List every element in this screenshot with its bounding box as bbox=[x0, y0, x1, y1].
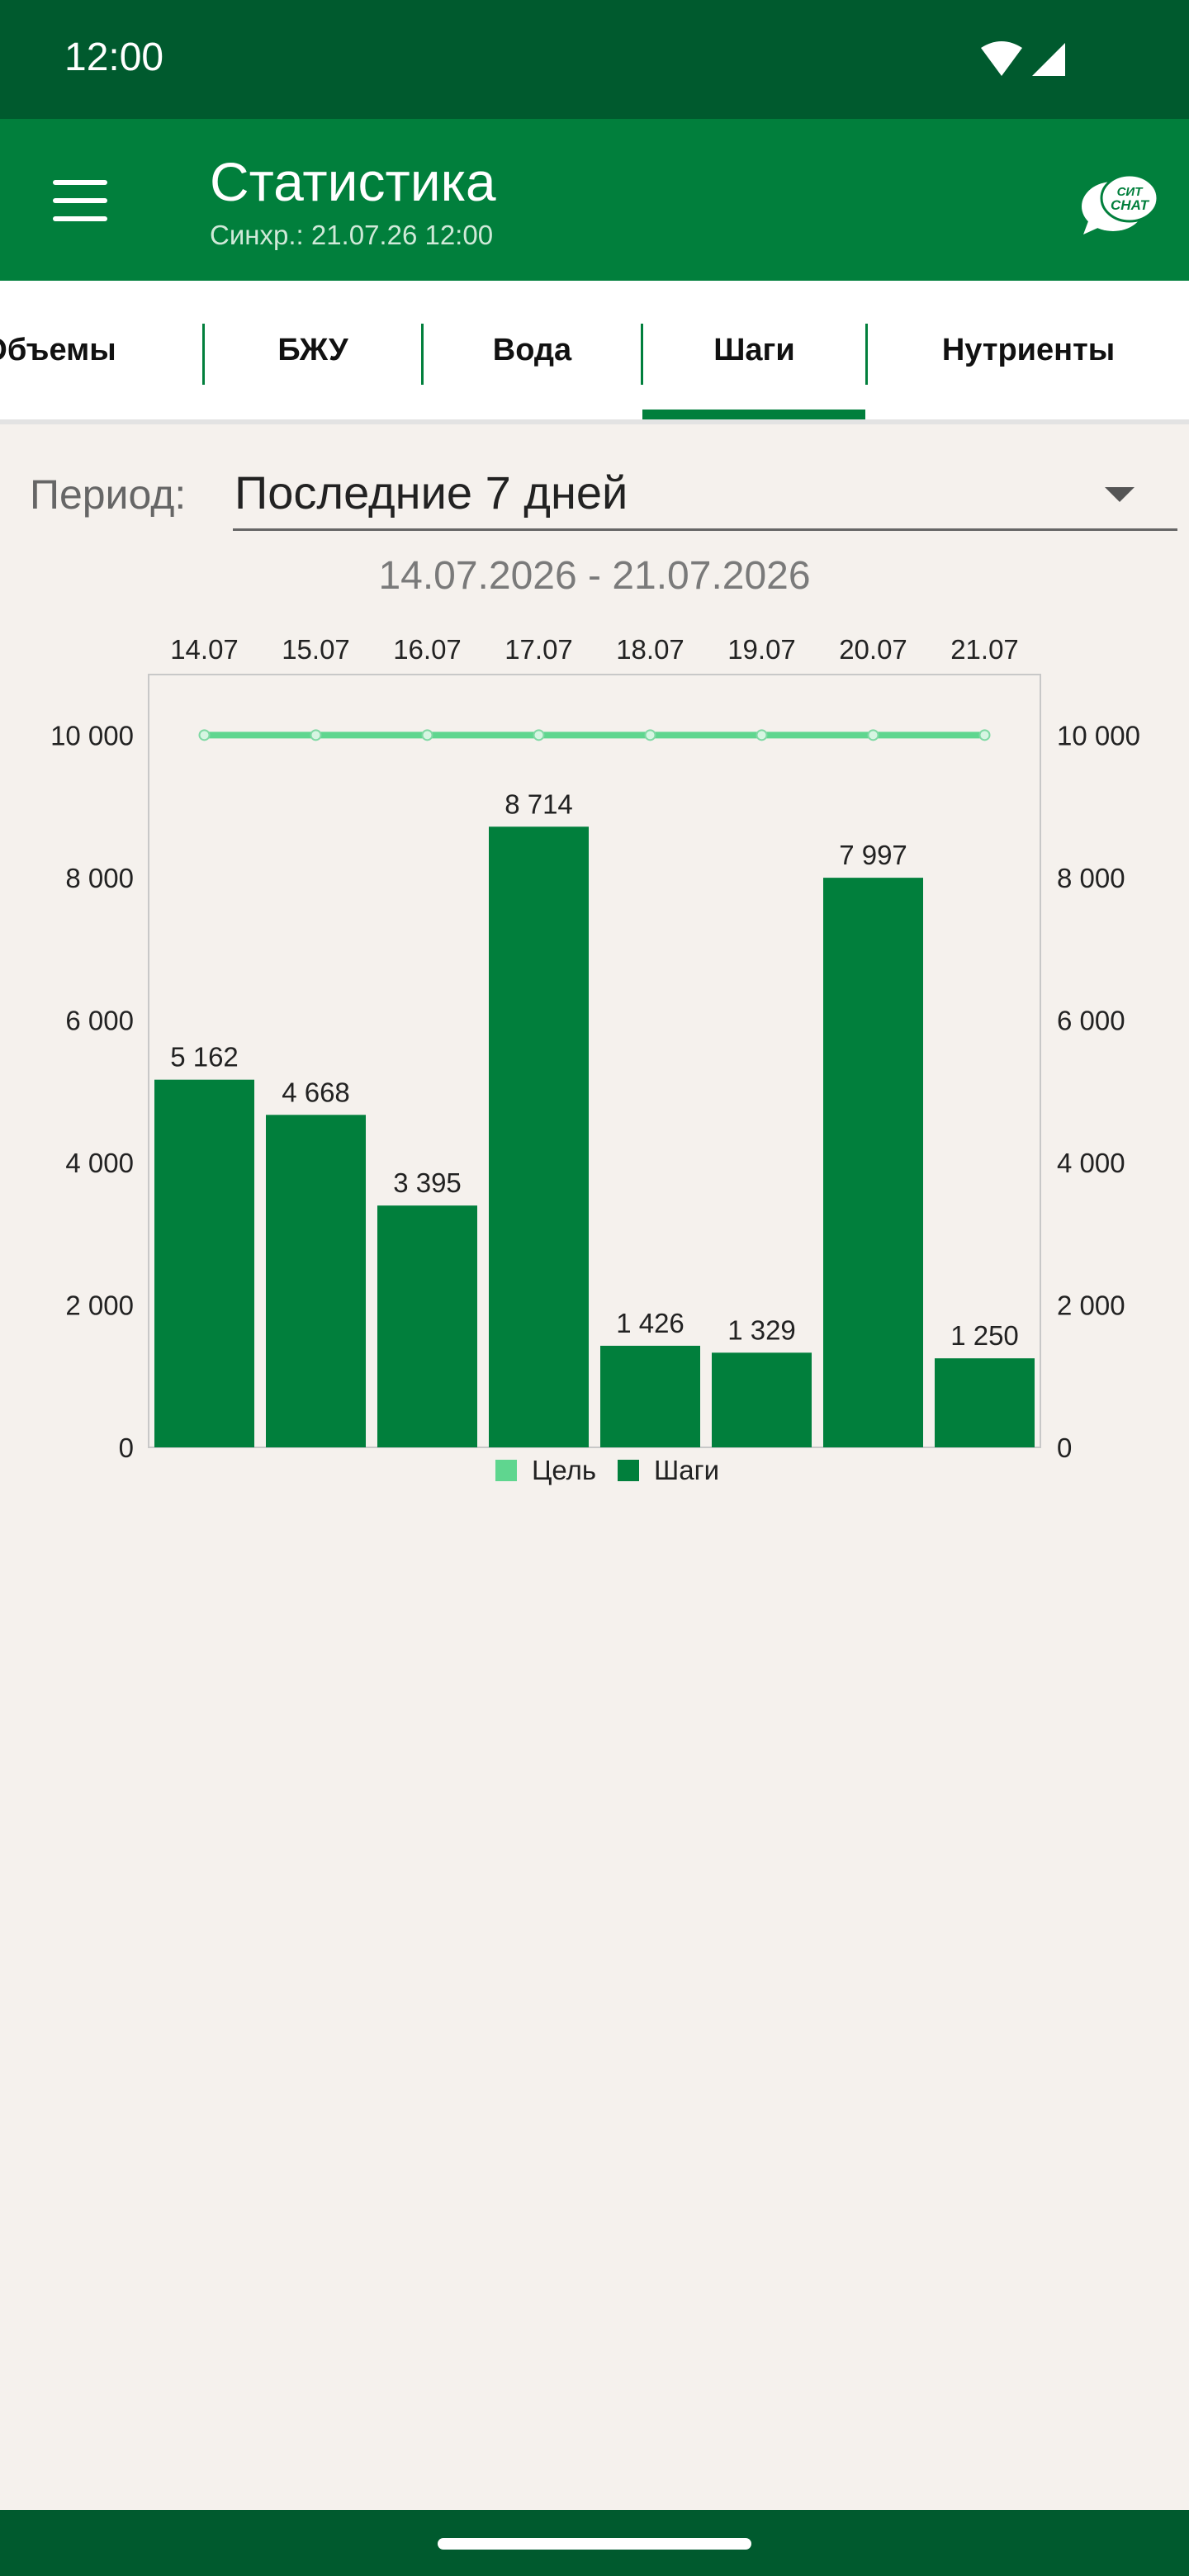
goal-point bbox=[644, 729, 656, 741]
goal-point bbox=[421, 729, 433, 741]
chat-logo-line2: CHAT bbox=[1111, 197, 1150, 213]
bar bbox=[154, 1079, 254, 1447]
x-tick-label: 21.07 bbox=[950, 634, 1019, 665]
y-tick-label-right: 4 000 bbox=[1057, 1148, 1125, 1178]
bar bbox=[823, 878, 923, 1447]
bar-value-label: 1 250 bbox=[950, 1320, 1019, 1351]
active-tab-indicator bbox=[642, 410, 865, 419]
y-tick-label-right: 8 000 bbox=[1057, 863, 1125, 893]
x-tick-label: 16.07 bbox=[393, 634, 462, 665]
x-tick-label: 15.07 bbox=[282, 634, 350, 665]
tab-bju[interactable]: БЖУ bbox=[205, 281, 421, 419]
bar bbox=[266, 1115, 366, 1447]
x-tick-label: 14.07 bbox=[170, 634, 239, 665]
bar-value-label: 1 329 bbox=[727, 1314, 796, 1345]
chat-icon[interactable]: СИТ CHAT bbox=[1080, 170, 1159, 236]
tab-steps[interactable]: Шаги bbox=[643, 281, 865, 419]
y-tick-label-right: 10 000 bbox=[1057, 720, 1140, 751]
y-tick-label-right: 2 000 bbox=[1057, 1290, 1125, 1320]
menu-icon[interactable] bbox=[53, 180, 107, 221]
bar-value-label: 5 162 bbox=[170, 1042, 239, 1073]
bar-value-label: 1 426 bbox=[616, 1308, 685, 1338]
bar bbox=[712, 1352, 812, 1447]
legend-swatch bbox=[495, 1460, 517, 1481]
tab-water[interactable]: Вода bbox=[424, 281, 641, 419]
tab-volumes[interactable]: Объемы bbox=[0, 281, 182, 419]
steps-chart: 14.07 15.07 16.07 17.07 18.07 19.07 20.07 21.07… bbox=[50, 634, 1140, 1485]
goal-point bbox=[978, 729, 991, 741]
period-value: Последние 7 дней bbox=[234, 466, 628, 519]
y-tick-label-left: 10 000 bbox=[50, 720, 134, 751]
x-tick-label: 20.07 bbox=[839, 634, 907, 665]
y-tick-label-left: 6 000 bbox=[65, 1005, 134, 1035]
goal-point bbox=[198, 729, 211, 741]
status-icons bbox=[979, 40, 1070, 83]
x-tick-label: 19.07 bbox=[727, 634, 796, 665]
x-tick-label: 18.07 bbox=[616, 634, 685, 665]
goal-point bbox=[867, 729, 879, 741]
bar-value-label: 7 997 bbox=[839, 840, 907, 870]
tab-nutrients[interactable]: Нутриенты bbox=[868, 281, 1189, 419]
x-tick-label: 17.07 bbox=[504, 634, 573, 665]
tab-bar: Объемы БЖУ Вода Шаги Нутриенты bbox=[0, 281, 1189, 424]
date-range: 14.07.2026 - 21.07.2026 bbox=[378, 554, 811, 598]
legend-label: Цель bbox=[532, 1455, 596, 1485]
bar-value-label: 3 395 bbox=[393, 1167, 462, 1198]
y-tick-label-left: 4 000 bbox=[65, 1148, 134, 1178]
period-dropdown[interactable]: Последние 7 дней bbox=[233, 459, 1177, 531]
y-tick-label-right: 6 000 bbox=[1057, 1005, 1125, 1035]
legend-swatch bbox=[618, 1460, 639, 1481]
bar bbox=[600, 1345, 700, 1447]
y-tick-label-right: 0 bbox=[1057, 1432, 1072, 1463]
home-handle[interactable] bbox=[438, 2538, 751, 2550]
status-bar: 12:00 bbox=[0, 0, 1189, 119]
bar bbox=[935, 1358, 1035, 1447]
app-bar: Статистика Синхр.: 21.07.26 12:00 СИТ CH… bbox=[0, 119, 1189, 281]
legend-label: Шаги bbox=[654, 1455, 719, 1485]
y-tick-label-left: 2 000 bbox=[65, 1290, 134, 1320]
page-title: Статистика bbox=[210, 151, 496, 212]
goal-point bbox=[756, 729, 768, 741]
bar-value-label: 4 668 bbox=[282, 1077, 350, 1107]
bar bbox=[377, 1205, 477, 1447]
wifi-icon bbox=[981, 41, 1022, 76]
y-tick-label-left: 0 bbox=[119, 1432, 134, 1463]
period-label: Период: bbox=[30, 471, 187, 518]
y-tick-label-left: 8 000 bbox=[65, 863, 134, 893]
status-time: 12:00 bbox=[64, 36, 164, 79]
bar bbox=[489, 826, 589, 1447]
sync-status: Синхр.: 21.07.26 12:00 bbox=[210, 220, 494, 250]
goal-point bbox=[533, 729, 545, 741]
navigation-bar bbox=[0, 2510, 1189, 2576]
goal-point bbox=[310, 729, 322, 741]
bar-value-label: 8 714 bbox=[504, 788, 573, 819]
signal-icon bbox=[1032, 43, 1065, 76]
dropdown-arrow-icon bbox=[1105, 487, 1135, 502]
